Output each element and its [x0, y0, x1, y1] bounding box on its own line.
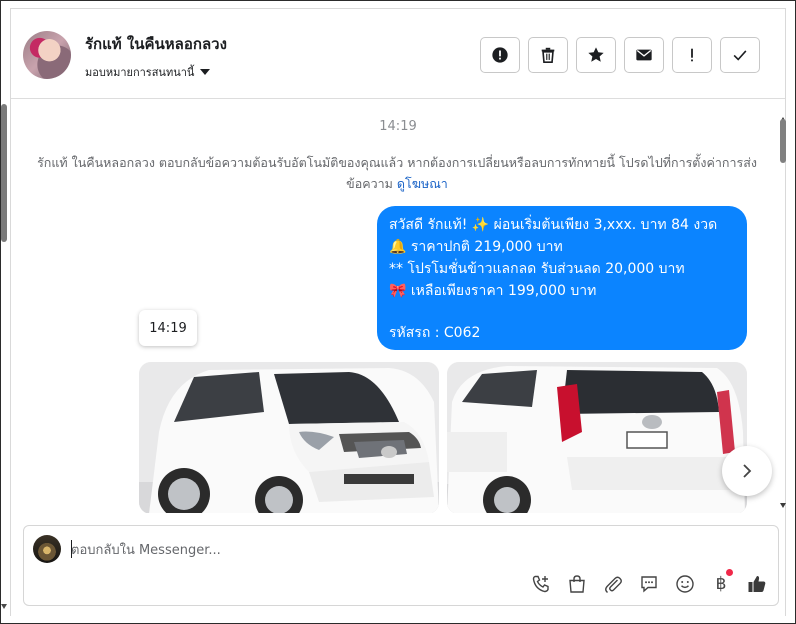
contact-avatar[interactable]: [23, 31, 71, 79]
envelope-icon: [636, 49, 652, 61]
exclamation-icon: [691, 48, 693, 62]
white-minivan-front-image: [139, 362, 439, 513]
follow-up-button[interactable]: [672, 37, 712, 73]
call-button[interactable]: [529, 572, 553, 596]
composer-tools: ฿: [529, 569, 769, 596]
notification-dot: [726, 569, 733, 576]
text-cursor: [71, 540, 72, 558]
like-button[interactable]: [745, 572, 769, 596]
attach-button[interactable]: [601, 572, 625, 596]
conversation-header: รักแท้ ในคืนหลอกลวง มอบหมายการสนทนานี้: [11, 9, 785, 99]
timestamp-tooltip: 14:19: [139, 310, 197, 346]
white-minivan-rear-image: [447, 362, 747, 513]
saved-replies-button[interactable]: [637, 572, 661, 596]
left-scroll-down-arrow[interactable]: [1, 604, 7, 609]
chat-bubble-icon: [641, 576, 657, 593]
message-line: 🔔 ราคาปกติ 219,000 บาท: [389, 239, 563, 255]
scroll-down-arrow[interactable]: [780, 503, 786, 508]
paperclip-icon: [605, 576, 622, 594]
shopping-bag-icon: [569, 575, 585, 593]
trash-icon: [541, 47, 555, 64]
caret-down-icon: [200, 69, 211, 75]
thread-scrollbar[interactable]: [779, 117, 787, 508]
message-line: สวัสดี รักแท้! ✨ ผ่อนเริ่มต้นเพียง 3,xxx…: [389, 217, 718, 233]
carousel-next-button[interactable]: [722, 446, 772, 496]
reply-input[interactable]: [71, 540, 721, 560]
baht-icon: ฿: [715, 574, 727, 594]
mark-done-button[interactable]: [720, 37, 760, 73]
contact-name[interactable]: รักแท้ ในคืนหลอกลวง: [85, 32, 227, 56]
thread-timestamp: 14:19: [379, 119, 417, 134]
message-line: 🎀 เหลือเพียงราคา 199,000 บาท: [389, 283, 597, 299]
mark-unread-button[interactable]: [624, 37, 664, 73]
header-actions: [480, 37, 760, 73]
chevron-right-icon: [743, 464, 752, 478]
message-composer: ฿: [23, 525, 779, 606]
check-icon: [733, 50, 747, 61]
car-photo-rear[interactable]: [447, 362, 747, 513]
thumbs-up-icon: [748, 576, 766, 592]
report-spam-button[interactable]: [480, 37, 520, 73]
outgoing-message-bubble[interactable]: สวัสดี รักแท้! ✨ ผ่อนเริ่มต้นเพียง 3,xxx…: [377, 206, 747, 350]
assign-conversation-dropdown[interactable]: มอบหมายการสนทนานี้: [85, 63, 211, 81]
alert-circle-icon: [492, 47, 508, 63]
system-message: รักแท้ ในคืนหลอกลวง ตอบกลับข้อความต้อนรั…: [27, 152, 767, 194]
star-icon: [588, 47, 604, 62]
payment-button[interactable]: ฿: [709, 569, 733, 596]
shop-button[interactable]: [565, 572, 589, 596]
message-thread: 14:19 รักแท้ ในคืนหลอกลวง ตอบกลับข้อความ…: [11, 100, 785, 513]
car-photo-front[interactable]: [139, 362, 439, 513]
message-line: ** โปรโมชั่นข้าวแลกลด รับส่วนลด 20,000 บ…: [389, 261, 685, 277]
scrollbar-thumb[interactable]: [780, 119, 786, 163]
smiley-icon: [676, 575, 694, 593]
delete-button[interactable]: [528, 37, 568, 73]
left-scrollbar[interactable]: [1, 104, 7, 242]
page-avatar: [33, 535, 61, 563]
star-button[interactable]: [576, 37, 616, 73]
emoji-button[interactable]: [673, 572, 697, 596]
phone-add-icon: [532, 575, 549, 593]
view-ad-link[interactable]: ดูโฆษณา: [397, 176, 448, 191]
assign-label: มอบหมายการสนทนานี้: [85, 66, 195, 79]
message-line: รหัสรถ : C062: [389, 325, 481, 341]
